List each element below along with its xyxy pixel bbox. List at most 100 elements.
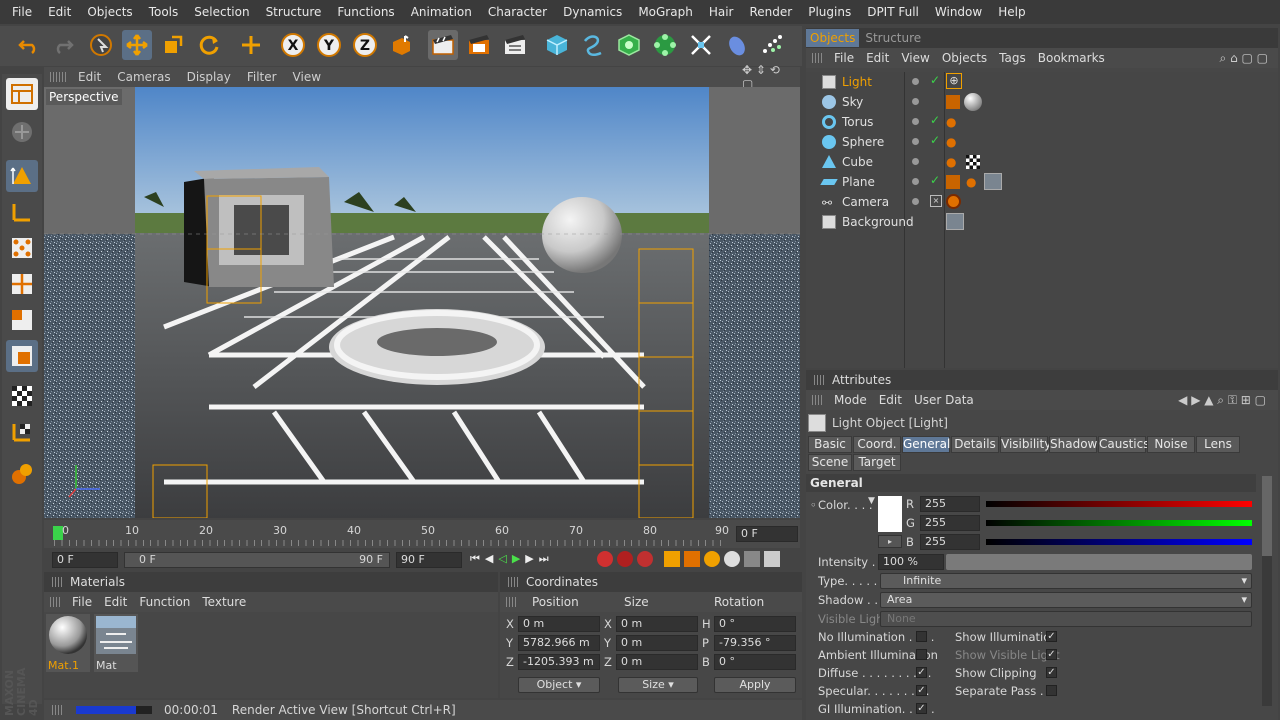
show-visible-light-checkbox[interactable]: ✓: [1046, 649, 1057, 660]
rotation-b-field[interactable]: 0 °: [714, 654, 796, 670]
phong-tag-icon[interactable]: ●: [946, 155, 956, 169]
intensity-field[interactable]: 100 %: [878, 554, 944, 570]
model-mode-icon[interactable]: [6, 160, 38, 192]
tab-general[interactable]: General: [902, 436, 950, 453]
workplane-icon[interactable]: [6, 416, 38, 448]
compositing-tag-icon[interactable]: [946, 175, 960, 189]
separate-pass-checkbox[interactable]: [1046, 685, 1057, 696]
phong-tag-icon[interactable]: ●: [946, 135, 956, 149]
enabled-check-icon[interactable]: ✓: [930, 133, 940, 147]
viewport-menu-filter[interactable]: Filter: [239, 70, 285, 84]
tab-shadow[interactable]: Shadow: [1049, 436, 1097, 453]
tab-structure[interactable]: Structure: [859, 31, 927, 45]
make-editable-icon[interactable]: [6, 116, 38, 148]
menu-objects[interactable]: Objects: [79, 5, 140, 19]
parameter-key-icon[interactable]: [724, 551, 740, 567]
render-settings-icon[interactable]: [500, 30, 530, 60]
deformer-icon[interactable]: [686, 30, 716, 60]
last-tool-icon[interactable]: [236, 30, 266, 60]
blue-slider[interactable]: [986, 539, 1252, 545]
object-row-sphere[interactable]: Sphere ✓ ●: [806, 132, 1276, 152]
scene-environment-icon[interactable]: [722, 30, 752, 60]
render-view-icon[interactable]: [428, 30, 458, 60]
object-axis-icon[interactable]: [6, 196, 38, 228]
timeline-window-icon[interactable]: [764, 551, 780, 567]
objects-menu-bookmarks[interactable]: Bookmarks: [1032, 51, 1111, 65]
scale-key-icon[interactable]: [684, 551, 700, 567]
render-picture-viewer-icon[interactable]: [464, 30, 494, 60]
attributes-menu-edit[interactable]: Edit: [873, 393, 908, 407]
object-row-light[interactable]: Light ✓ ⊕: [806, 72, 1276, 92]
layout-icon[interactable]: [6, 78, 38, 110]
apply-button[interactable]: Apply: [714, 677, 796, 693]
menu-file[interactable]: File: [4, 5, 40, 19]
rotate-tool-icon[interactable]: [194, 30, 224, 60]
coordinates-menu-grip[interactable]: [506, 597, 518, 607]
phong-tag-icon[interactable]: ●: [946, 115, 956, 129]
viewport-menu-display[interactable]: Display: [179, 70, 239, 84]
x-axis-lock-icon[interactable]: X: [278, 30, 308, 60]
menu-selection[interactable]: Selection: [186, 5, 257, 19]
size-y-field[interactable]: 0 m: [616, 635, 698, 651]
menu-character[interactable]: Character: [480, 5, 555, 19]
size-x-field[interactable]: 0 m: [616, 616, 698, 632]
z-axis-lock-icon[interactable]: Z: [350, 30, 380, 60]
color-swatch[interactable]: [878, 496, 902, 532]
y-axis-lock-icon[interactable]: Y: [314, 30, 344, 60]
max-time-field[interactable]: 90 F: [396, 552, 462, 568]
menu-plugins[interactable]: Plugins: [800, 5, 859, 19]
edges-mode-icon[interactable]: [6, 268, 38, 300]
compositing-tag-icon[interactable]: [946, 95, 960, 109]
color-expand-icon[interactable]: ▼: [868, 496, 875, 506]
checker-material-tag-icon[interactable]: [966, 155, 980, 169]
visibility-dot[interactable]: [912, 98, 919, 105]
objects-menu-file[interactable]: File: [828, 51, 860, 65]
rotation-p-field[interactable]: -79.356 °: [714, 635, 796, 651]
materials-menu-edit[interactable]: Edit: [98, 595, 133, 609]
tab-scene[interactable]: Scene: [808, 454, 852, 471]
rotation-h-field[interactable]: 0 °: [714, 616, 796, 632]
move-tool-icon[interactable]: [122, 30, 152, 60]
tab-basic[interactable]: Basic: [808, 436, 852, 453]
phong-tag-icon[interactable]: ●: [966, 175, 976, 189]
attributes-menu-user-data[interactable]: User Data: [908, 393, 980, 407]
parking-material-tag-icon[interactable]: [946, 213, 964, 230]
material-swatch-mat1[interactable]: Mat.1: [46, 614, 90, 672]
materials-menu-grip[interactable]: [50, 597, 62, 607]
playback-controls[interactable]: ⏮◀◁▶▶⏭: [470, 552, 554, 566]
autokey-icon[interactable]: [617, 551, 633, 567]
red-slider[interactable]: [986, 501, 1252, 507]
light-type-dropdown[interactable]: Infinite ▾: [880, 573, 1252, 589]
attributes-grip[interactable]: [814, 375, 824, 385]
menu-window[interactable]: Window: [927, 5, 990, 19]
green-value-field[interactable]: 255: [920, 515, 980, 531]
target-tag-icon[interactable]: ⊕: [946, 73, 962, 89]
object-row-camera[interactable]: ⚯ Camera ×: [806, 192, 1276, 212]
object-row-cube[interactable]: Cube ●: [806, 152, 1276, 172]
subdivision-surface-icon[interactable]: [614, 30, 644, 60]
coordinate-system-icon[interactable]: [386, 30, 416, 60]
disabled-x-icon[interactable]: ×: [930, 195, 942, 207]
scrollbar-thumb[interactable]: [1262, 476, 1272, 556]
objects-menu-tags[interactable]: Tags: [993, 51, 1032, 65]
spline-pen-icon[interactable]: [578, 30, 608, 60]
object-row-plane[interactable]: Plane ✓ ●: [806, 172, 1276, 192]
viewport-menu-edit[interactable]: Edit: [70, 70, 109, 84]
object-row-torus[interactable]: Torus ✓ ●: [806, 112, 1276, 132]
menu-dpit-full[interactable]: DPIT Full: [859, 5, 927, 19]
undo-icon[interactable]: [14, 30, 44, 60]
tab-objects[interactable]: Objects: [806, 29, 860, 47]
redo-icon[interactable]: [48, 30, 78, 60]
visibility-dot[interactable]: [912, 138, 919, 145]
points-mode-icon[interactable]: [6, 232, 38, 264]
diffuse-checkbox[interactable]: ✓: [916, 667, 927, 678]
blue-value-field[interactable]: 255: [920, 534, 980, 550]
size-z-field[interactable]: 0 m: [616, 654, 698, 670]
position-x-field[interactable]: 0 m: [518, 616, 600, 632]
material-swatch-mat[interactable]: Mat: [94, 614, 138, 672]
current-frame-field[interactable]: 0 F: [736, 526, 798, 542]
materials-menu-function[interactable]: Function: [133, 595, 196, 609]
record-icon[interactable]: [597, 551, 613, 567]
tab-noise[interactable]: Noise: [1147, 436, 1195, 453]
attributes-menu-mode[interactable]: Mode: [828, 393, 873, 407]
